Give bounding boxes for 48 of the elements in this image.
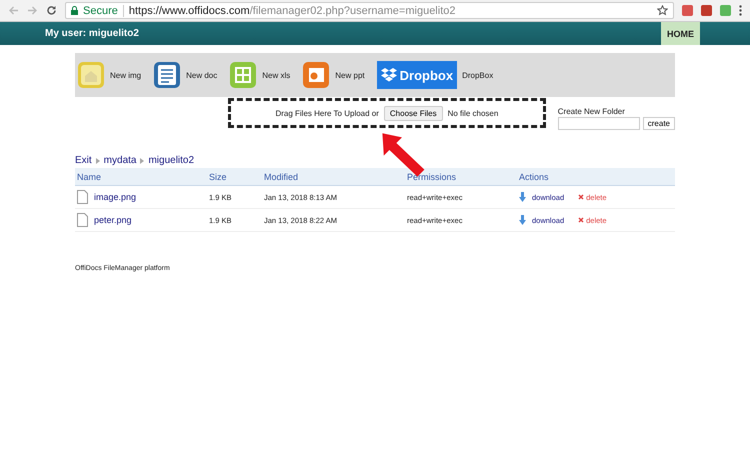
choose-files-button[interactable]: Choose Files (384, 106, 443, 120)
drop-prompt: Drag Files Here To Upload or (275, 108, 379, 118)
user-label: My user: miguelito2 (45, 28, 139, 39)
back-icon[interactable] (8, 5, 19, 16)
extension-icon[interactable] (682, 5, 693, 16)
file-link[interactable]: peter.png (94, 215, 132, 225)
forward-icon[interactable] (27, 5, 38, 16)
toolbar-item[interactable]: New xls (229, 61, 290, 89)
dropbox-link[interactable]: Dropbox DropBox (376, 61, 494, 89)
column-header: Permissions (406, 172, 458, 182)
spreadsheet-icon (229, 61, 258, 89)
breadcrumb-link[interactable]: miguelito2 (148, 155, 194, 166)
extension-icon[interactable] (701, 5, 712, 16)
drop-zone[interactable]: Drag Files Here To Upload or Choose Files No file chosen (228, 98, 546, 128)
breadcrumb-link[interactable]: mydata (104, 155, 136, 166)
folder-name-field[interactable] (558, 117, 640, 130)
separator-icon (140, 158, 144, 164)
toolbar-item[interactable]: New img (77, 61, 142, 89)
download-icon (519, 215, 526, 225)
delete-icon (578, 217, 584, 223)
home-button[interactable]: HOME (661, 22, 700, 45)
column-header: Modified (263, 172, 300, 182)
reload-icon[interactable] (46, 5, 57, 16)
toolbar-item[interactable]: New doc (153, 61, 218, 89)
column-header: Size (208, 172, 228, 182)
image-file-icon (77, 61, 105, 89)
dropbox-icon (380, 68, 397, 82)
star-icon[interactable] (657, 5, 668, 16)
column-header: Name (76, 172, 102, 182)
extension-icon[interactable] (720, 5, 731, 16)
url-text: https://www.offidocs.com/filemanager02.php?username=miguelito2 (128, 4, 456, 16)
secure-label: Secure (83, 4, 124, 16)
folder-label: Create New Folder (558, 107, 626, 116)
file-status: No file chosen (448, 108, 498, 118)
dropbox-logo: Dropbox (376, 61, 458, 89)
separator-icon (96, 158, 100, 164)
document-icon (153, 61, 182, 89)
file-link[interactable]: image.png (94, 192, 136, 202)
create-button[interactable]: create (642, 117, 675, 130)
presentation-icon (302, 61, 330, 89)
toolbar-item[interactable]: New ppt (302, 61, 365, 89)
lock-icon (71, 6, 78, 15)
menu-icon[interactable] (739, 5, 742, 16)
address-bar[interactable]: Secure https://www.offidocs.com/filemanager02.php?username=miguelito2 (65, 2, 674, 19)
breadcrumb-link[interactable]: Exit (75, 155, 92, 166)
column-header: Actions (518, 172, 550, 182)
download-icon (519, 192, 526, 202)
delete-icon (578, 194, 584, 200)
